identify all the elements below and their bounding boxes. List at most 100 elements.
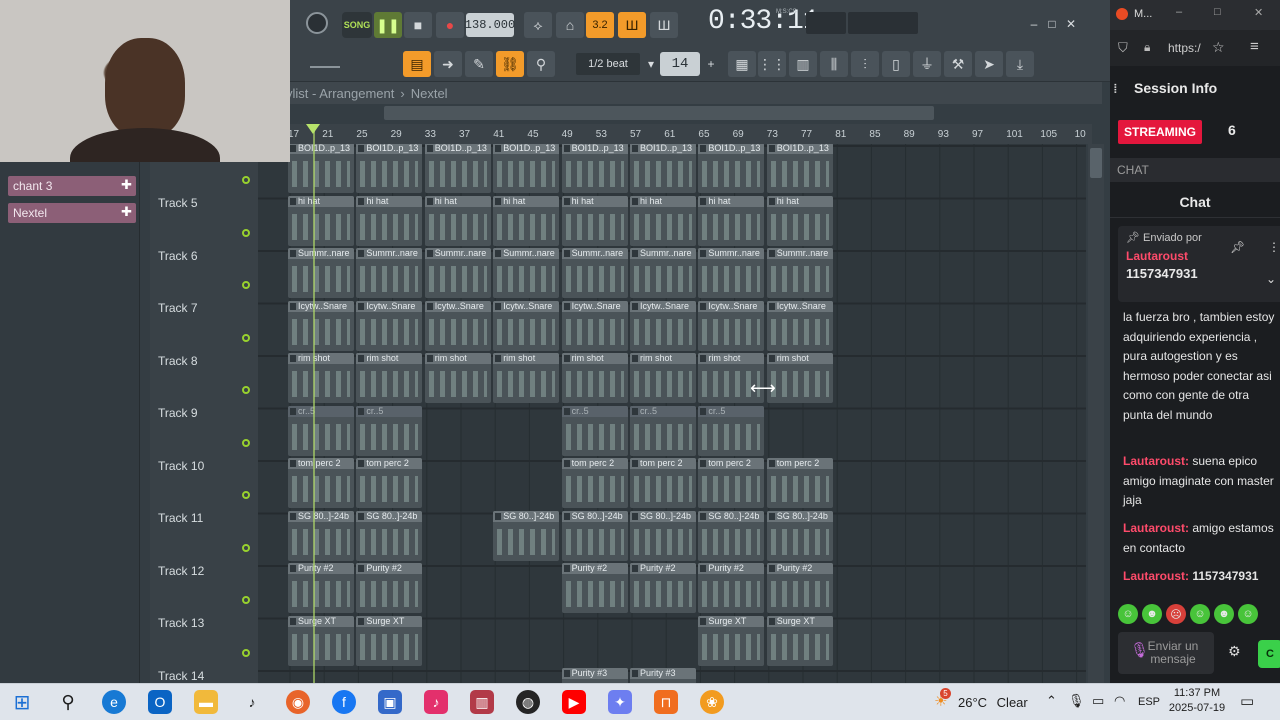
pattern-clip[interactable]: tom perc 2: [766, 458, 833, 508]
pattern-clip[interactable]: Icytw..Snare: [766, 300, 833, 351]
pattern-clip[interactable]: Purity #2: [288, 563, 354, 613]
weather-widget[interactable]: 26°C Clear: [958, 695, 1028, 710]
chat-username[interactable]: Lautaroust:: [1123, 521, 1189, 535]
pattern-clip[interactable]: rim shot: [288, 353, 354, 403]
pattern-clip[interactable]: tom perc 2: [561, 458, 628, 508]
plug-button[interactable]: ⏚: [913, 51, 941, 77]
search-icon[interactable]: ⚲: [56, 690, 80, 714]
track-mute-toggle[interactable]: [242, 281, 250, 289]
store-icon[interactable]: ▣: [378, 690, 402, 714]
pattern-clip[interactable]: cr..5: [630, 405, 696, 456]
pattern-clip[interactable]: Summr..nare: [766, 248, 833, 298]
mixer-button[interactable]: ▦: [728, 51, 756, 77]
fl-studio-icon[interactable]: ❀: [700, 690, 724, 714]
pattern-clip[interactable]: tom perc 2: [356, 458, 423, 508]
track-mute-toggle[interactable]: [242, 333, 250, 342]
pattern-clip[interactable]: hi hat: [288, 195, 354, 246]
track-name[interactable]: Track 10: [158, 459, 204, 473]
track-mute-toggle[interactable]: [242, 386, 250, 394]
pattern-clip[interactable]: Summr..nare: [698, 248, 765, 298]
track-mute-toggle[interactable]: [242, 648, 250, 657]
playhead[interactable]: [313, 124, 315, 683]
copilot-icon[interactable]: ✦: [608, 690, 632, 714]
youtube-icon[interactable]: ▶: [562, 690, 586, 714]
pattern-clip[interactable]: Purity #3: [561, 668, 628, 683]
pattern-clip[interactable]: Surge XT: [766, 615, 833, 666]
channel-rack-button[interactable]: ⋮⋮: [758, 51, 786, 77]
stamp-tool[interactable]: ⚲: [527, 51, 555, 77]
pattern-clip[interactable]: cr..5: [561, 405, 628, 456]
pattern-clip[interactable]: SG 80..]-24b: [630, 510, 696, 561]
pattern-clip[interactable]: Purity #2: [698, 563, 765, 613]
notification-icon[interactable]: ▭: [1240, 692, 1254, 710]
step-plus-button[interactable]: +: [704, 53, 718, 75]
maximize-button[interactable]: □: [1044, 16, 1060, 32]
playlist-grid[interactable]: BOI1D..p_13 BOI1D..p_13 BOI1D..p_13 BOI1D..…: [258, 144, 1086, 683]
snap-selector[interactable]: 1/2 beat: [576, 53, 640, 75]
window-maximize-icon[interactable]: □: [1214, 6, 1221, 18]
pattern-clip[interactable]: rim shot: [424, 353, 491, 403]
microphone-tray-icon[interactable]: 🎙︎: [1068, 693, 1085, 709]
pattern-clip[interactable]: hi hat: [630, 195, 696, 246]
track-name[interactable]: Track 8: [158, 354, 198, 368]
pattern-clip[interactable]: Summr..nare: [493, 248, 560, 298]
pattern-clip[interactable]: Summr..nare: [561, 248, 628, 298]
pattern-clip[interactable]: Summr..nare: [288, 248, 354, 298]
track-name[interactable]: Track 7: [158, 301, 198, 315]
gear-icon[interactable]: ⚙: [1228, 643, 1241, 660]
pattern-clip[interactable]: hi hat: [561, 195, 628, 246]
shop-icon[interactable]: ⊓: [654, 690, 678, 714]
playlist-vertical-scrollbar[interactable]: [1088, 144, 1104, 683]
pattern-clip[interactable]: tom perc 2: [630, 458, 696, 508]
step-value-display[interactable]: 14: [660, 52, 700, 76]
master-pitch-slider[interactable]: [310, 58, 340, 68]
pattern-clip[interactable]: hi hat: [493, 195, 560, 246]
pattern-clip[interactable]: SG 80..]-24b: [493, 510, 560, 561]
pattern-clip[interactable]: Icytw..Snare: [561, 300, 628, 351]
track-name[interactable]: Track 13: [158, 616, 204, 630]
pattern-clip[interactable]: Purity #2: [630, 563, 696, 613]
edge-icon[interactable]: e: [102, 690, 126, 714]
plugin-button[interactable]: ⫶: [851, 51, 879, 77]
pattern-clip[interactable]: Surge XT: [288, 615, 354, 666]
playlist-button[interactable]: ▤: [403, 51, 431, 77]
master-volume-knob[interactable]: [306, 12, 328, 34]
pattern-clip[interactable]: hi hat: [698, 195, 765, 246]
close-button[interactable]: ✕: [1063, 16, 1079, 32]
playlist-horizontal-scrollbar[interactable]: [384, 106, 934, 120]
pattern-clip[interactable]: hi hat: [356, 195, 423, 246]
pattern-clip[interactable]: cr..5: [356, 405, 423, 456]
pattern-clip[interactable]: rim shot: [493, 353, 560, 403]
next-button[interactable]: ➜: [434, 51, 462, 77]
pattern-clip[interactable]: SG 80..]-24b: [766, 510, 833, 561]
pattern-clip[interactable]: BOI1D..p_13: [493, 144, 560, 193]
audio-app-icon[interactable]: ♪: [240, 690, 264, 714]
emote-icon[interactable]: ☺: [1238, 604, 1258, 624]
playlist-timeline[interactable]: 17 21 25 29 33 37 41 45 49 53 57 61 65 69 73 77 81 85 89 93…: [282, 124, 1092, 144]
pattern-clip[interactable]: rim shot: [561, 353, 628, 403]
track-name[interactable]: Track 9: [158, 406, 198, 420]
window-close-icon[interactable]: ✕: [1254, 6, 1263, 19]
outlook-icon[interactable]: O: [148, 690, 172, 714]
pattern-clip[interactable]: SG 80..]-24b: [356, 510, 423, 561]
pattern-clip[interactable]: tom perc 2: [288, 458, 354, 508]
track-mute-toggle[interactable]: [242, 438, 250, 447]
star-icon[interactable]: ☆: [1212, 39, 1225, 56]
scrollbar-thumb[interactable]: [1090, 148, 1102, 178]
playlist-pattern-name[interactable]: Nextel: [411, 86, 448, 101]
pattern-clip[interactable]: Icytw..Snare: [424, 300, 491, 351]
chat-send-button[interactable]: C: [1258, 640, 1280, 668]
track-name[interactable]: Track 11: [158, 511, 203, 525]
microphone-icon[interactable]: 🎙︎: [1130, 643, 1149, 658]
track-mute-toggle[interactable]: [242, 596, 250, 604]
pattern-clip[interactable]: Icytw..Snare: [630, 300, 696, 351]
clock[interactable]: 11:37 PM 2025-07-19: [1168, 686, 1226, 716]
step-edit-button[interactable]: Ш: [618, 12, 646, 38]
stop-button[interactable]: ■: [404, 12, 432, 38]
pattern-digits-button[interactable]: 3.2: [586, 12, 614, 38]
menu-icon[interactable]: ≡: [1250, 38, 1259, 55]
track-name[interactable]: Track 6: [158, 249, 198, 263]
pattern-clip[interactable]: Summr..nare: [630, 248, 696, 298]
pattern-clip[interactable]: Surge XT: [356, 615, 423, 666]
playhead-marker[interactable]: [306, 124, 320, 134]
